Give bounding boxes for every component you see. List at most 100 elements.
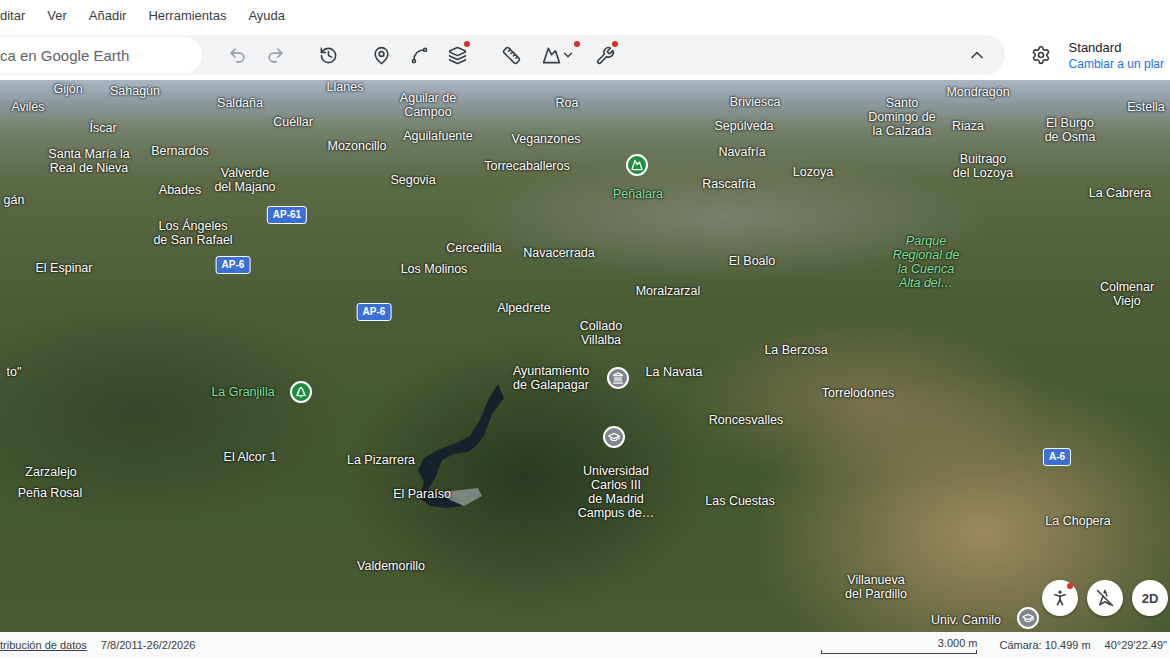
place-label[interactable]: Las Cuestas [705, 494, 774, 508]
place-label[interactable]: El Alcor 1 [224, 450, 277, 464]
tool-icon [266, 46, 285, 65]
map-view[interactable]: Gijón Sahagún Avilés Llanes Aguilar de Campo… [0, 80, 1170, 632]
tool-button[interactable] [309, 37, 347, 73]
tool-button[interactable] [218, 37, 256, 73]
tool-button[interactable] [400, 37, 438, 73]
place-label[interactable]: Segovia [390, 173, 435, 187]
place-label[interactable]: Universidad Carlos III de Madrid Campus … [578, 464, 654, 520]
menu-item[interactable]: ditar [0, 8, 25, 23]
menu-item[interactable]: Ver [47, 8, 67, 23]
place-label[interactable]: El Boalo [729, 254, 776, 268]
place-label[interactable]: Saldaña [217, 96, 263, 110]
place-label[interactable]: Valdemorillo [357, 559, 425, 573]
attribution-link[interactable]: tribución de datos [0, 639, 87, 651]
place-label[interactable]: Ayuntamiento de Galapagar [513, 364, 589, 392]
place-pin-icon[interactable] [1017, 607, 1039, 629]
place-label[interactable]: Sepúlveda [714, 119, 773, 133]
place-label[interactable]: La Berzosa [764, 343, 827, 357]
place-label[interactable]: Cercedilla [446, 241, 502, 255]
place-label[interactable]: Colmenar Viejo [1100, 280, 1154, 308]
place-label[interactable]: Santa María la Real de Nieva [48, 147, 129, 175]
place-label[interactable]: Rascafría [702, 177, 756, 191]
place-label[interactable]: Roncesvalles [709, 413, 783, 427]
place-label[interactable]: Gijón [53, 82, 82, 96]
place-label[interactable]: Abades [159, 183, 201, 197]
place-label[interactable]: Lozoya [793, 165, 833, 179]
place-label[interactable]: Moralzarzal [636, 284, 701, 298]
place-label[interactable]: Avilés [11, 100, 44, 114]
street-view-button[interactable] [1042, 580, 1078, 616]
place-label[interactable]: Sahagún [110, 84, 160, 98]
place-label[interactable]: Parque Regional de la Cuenca Alta del… [893, 234, 960, 290]
compass-button[interactable] [1087, 580, 1123, 616]
menu-item[interactable]: Ayuda [248, 8, 285, 23]
place-label[interactable]: Peña Rosal [18, 486, 83, 500]
place-pin-icon[interactable] [603, 426, 625, 448]
tool-icon [319, 46, 338, 65]
highway-shield: AP-61 [267, 206, 307, 224]
map-style-link[interactable]: Cambiar a un plar [1069, 57, 1164, 71]
place-label[interactable]: Alpedrete [497, 301, 551, 315]
menu-item[interactable]: Añadir [89, 8, 127, 23]
place-label[interactable]: El Paraíso [393, 487, 451, 501]
place-label[interactable]: El Burgo de Osma [1045, 116, 1096, 144]
camera-altitude: Cámara: 10.499 m [999, 639, 1090, 651]
place-label[interactable]: to" [7, 365, 22, 379]
place-label[interactable]: Univ. Camilo [931, 613, 1001, 627]
place-label[interactable]: Villanueva del Pardillo [845, 573, 907, 601]
tool-icon [542, 46, 575, 65]
place-label[interactable]: Buitrago del Lozoya [953, 152, 1013, 180]
place-label[interactable]: La Navata [646, 365, 703, 379]
place-pin-icon[interactable] [290, 381, 312, 403]
place-label[interactable]: La Granjilla [211, 385, 274, 399]
place-label[interactable]: Navafría [718, 145, 765, 159]
place-label[interactable]: gán [4, 193, 25, 207]
place-label[interactable]: Mondragón [946, 85, 1009, 99]
coordinates: 40°29'22.49" [1105, 639, 1167, 651]
place-label[interactable]: Briviesca [730, 95, 781, 109]
place-label[interactable]: Veganzones [512, 132, 581, 146]
place-label[interactable]: El Espinar [36, 261, 93, 275]
place-label[interactable]: Santo Domingo de la Calzada [868, 96, 935, 138]
place-label[interactable]: Llanes [327, 80, 364, 94]
tool-button[interactable] [438, 37, 476, 73]
map-style: StandardCambiar a un plar [1069, 40, 1164, 71]
place-label[interactable]: La Chopera [1045, 514, 1110, 528]
place-label[interactable]: La Pizarrera [347, 453, 415, 467]
place-label[interactable]: Íscar [89, 121, 116, 135]
tool-button[interactable] [586, 37, 624, 73]
settings-button[interactable] [1027, 41, 1055, 69]
search-field[interactable] [0, 37, 202, 73]
place-label[interactable]: Mozoncillo [327, 139, 386, 153]
place-label[interactable]: Zarzalejo [25, 465, 76, 479]
place-pin-icon[interactable] [607, 367, 629, 389]
place-label[interactable]: Estella [1127, 100, 1165, 114]
place-label[interactable]: Valverde del Majano [214, 166, 275, 194]
place-label[interactable]: Navacerrada [523, 246, 595, 260]
place-label[interactable]: Aguilar de Campoo [400, 91, 456, 119]
place-pin-icon[interactable] [626, 154, 648, 176]
place-label[interactable]: Aguilafuente [403, 129, 473, 143]
place-label[interactable]: Torrelodones [822, 386, 894, 400]
menu-item[interactable]: Herramientas [148, 8, 226, 23]
tool-button[interactable] [256, 37, 294, 73]
map-style-area: StandardCambiar a un plar [1027, 40, 1164, 71]
place-label[interactable]: Peñalara [613, 187, 663, 201]
chevron-up-icon [967, 45, 987, 65]
place-label[interactable]: Bernardos [151, 144, 209, 158]
place-label[interactable]: Los Ángeles de San Rafael [153, 219, 232, 247]
place-label[interactable]: Torrecaballeros [484, 159, 569, 173]
place-label[interactable]: Roa [556, 96, 579, 110]
notification-dot [1067, 583, 1073, 589]
view-toggle-button[interactable]: 2D [1132, 580, 1168, 616]
tool-button[interactable] [530, 37, 586, 73]
place-label[interactable]: Collado Villalba [580, 319, 622, 347]
tool-button[interactable] [362, 37, 400, 73]
notification-dot [464, 41, 470, 47]
tool-button[interactable] [492, 37, 530, 73]
place-label[interactable]: Cuéllar [273, 115, 313, 129]
place-label[interactable]: Riaza [952, 119, 984, 133]
place-label[interactable]: La Cabrera [1089, 186, 1152, 200]
place-label[interactable]: Los Molinos [401, 262, 468, 276]
collapse-button[interactable] [959, 37, 995, 73]
